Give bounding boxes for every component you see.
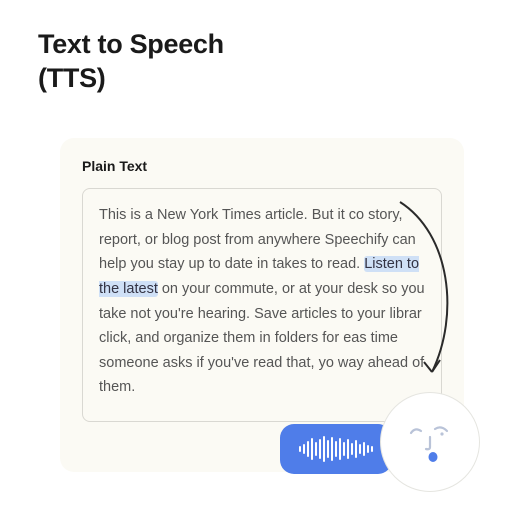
speaking-face-icon bbox=[403, 415, 457, 469]
page-title: Text to Speech (TTS) bbox=[38, 28, 224, 96]
heading-line-2: (TTS) bbox=[38, 63, 105, 93]
plain-text-box[interactable]: This is a New York Times article. But it… bbox=[82, 188, 442, 422]
play-audio-button[interactable] bbox=[280, 424, 392, 474]
card-label: Plain Text bbox=[82, 158, 442, 174]
heading-line-1: Text to Speech bbox=[38, 29, 224, 59]
body-after: on your commute, or at your desk so you … bbox=[99, 281, 425, 396]
waveform-icon bbox=[299, 436, 373, 462]
voice-avatar[interactable] bbox=[380, 392, 480, 492]
